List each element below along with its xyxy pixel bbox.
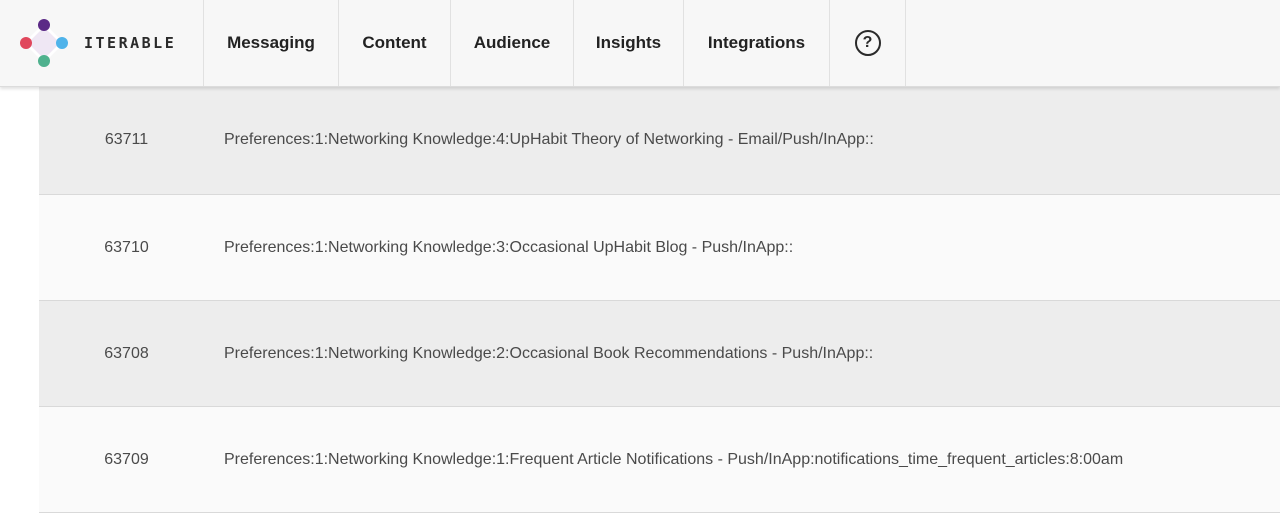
table-row[interactable]: 63711 Preferences:1:Networking Knowledge… <box>39 86 1280 195</box>
nav-messaging-label: Messaging <box>227 33 315 52</box>
row-id: 63709 <box>104 450 149 468</box>
table-row[interactable]: 63710 Preferences:1:Networking Knowledge… <box>39 195 1280 301</box>
brand-name: ITERABLE <box>84 34 177 52</box>
table-row[interactable]: 63708 Preferences:1:Networking Knowledge… <box>39 301 1280 407</box>
row-name: Preferences:1:Networking Knowledge:2:Occ… <box>224 344 874 362</box>
nav-insights-label: Insights <box>595 33 662 52</box>
nav-content-label: Content <box>362 33 427 52</box>
row-name: Preferences:1:Networking Knowledge:4:UpH… <box>224 131 874 148</box>
nav-content[interactable]: Content <box>339 0 451 86</box>
nav-help[interactable]: ? <box>830 0 906 86</box>
nav-audience-label: Audience <box>473 33 551 52</box>
brand[interactable]: ITERABLE <box>0 0 204 86</box>
left-gutter <box>0 86 39 507</box>
results-table: 63711 Preferences:1:Networking Knowledge… <box>39 86 1280 513</box>
nav-integrations[interactable]: Integrations <box>684 0 830 86</box>
row-id: 63708 <box>104 344 149 362</box>
nav-messaging[interactable]: Messaging <box>204 0 339 86</box>
row-name: Preferences:1:Networking Knowledge:1:Fre… <box>224 450 1124 468</box>
question-circle-icon: ? <box>854 30 881 56</box>
top-navigation-bar: ITERABLE Messaging Content Audience Insi… <box>0 0 1280 87</box>
nav-insights[interactable]: Insights <box>574 0 684 86</box>
row-id: 63711 <box>104 131 149 148</box>
nav-integrations-label: Integrations <box>707 33 806 52</box>
table-row[interactable]: 63709 Preferences:1:Networking Knowledge… <box>39 407 1280 513</box>
iterable-logo-icon <box>18 17 70 69</box>
row-name: Preferences:1:Networking Knowledge:3:Occ… <box>224 238 794 256</box>
nav-audience[interactable]: Audience <box>451 0 574 86</box>
row-id: 63710 <box>104 238 149 256</box>
